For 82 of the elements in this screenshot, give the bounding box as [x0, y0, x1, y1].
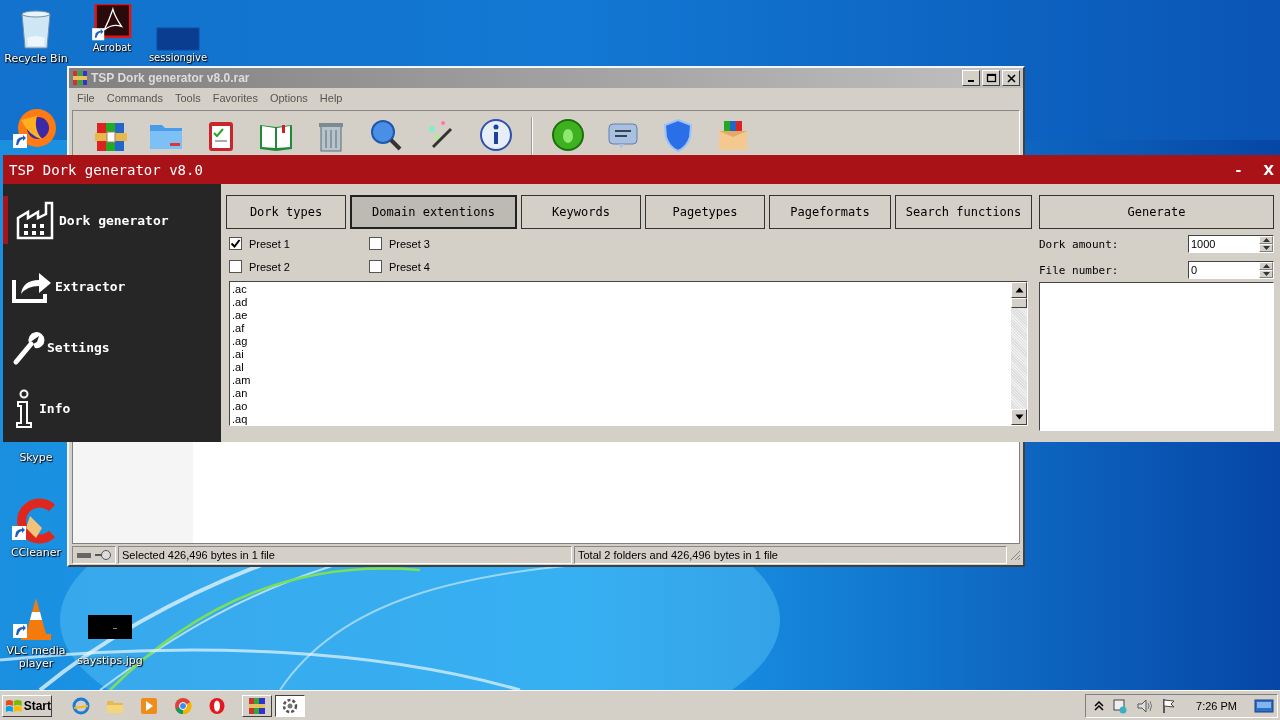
menu-item[interactable]: Help	[319, 92, 343, 104]
checkbox-label[interactable]: Preset 4	[389, 260, 430, 273]
minimize-button[interactable]: -	[1235, 161, 1242, 178]
windows-logo-icon	[5, 697, 23, 714]
gear-icon	[281, 696, 299, 715]
checkbox-label[interactable]: Preset 2	[249, 260, 290, 273]
tab[interactable]: Pageformats	[769, 195, 891, 229]
list-item: .ao	[232, 400, 249, 413]
number-spinner[interactable]: 0	[1188, 261, 1274, 279]
spin-up-icon	[1262, 238, 1270, 242]
icon-label[interactable]: Acrobat	[92, 42, 132, 53]
list-item: .ai	[232, 348, 245, 361]
spin-down-icon	[1262, 272, 1270, 276]
checkbox[interactable]	[229, 237, 242, 250]
list-item: .ag	[232, 335, 249, 348]
spin-down-icon	[1262, 246, 1270, 250]
arrow-up-icon	[1014, 287, 1024, 293]
chrome-icon[interactable]	[173, 696, 192, 715]
resize-grip-icon	[1009, 549, 1021, 561]
sidebar-item[interactable]: Info	[3, 378, 221, 439]
menu-item[interactable]: Options	[269, 92, 308, 104]
sidebar-item[interactable]: Dork generator	[3, 196, 221, 244]
tab[interactable]: Search functions	[895, 195, 1032, 229]
status-text: Total 2 folders and 426,496 bytes in 1 file	[574, 546, 1007, 564]
tab[interactable]: Domain extentions	[350, 195, 517, 229]
list-item: .ac	[232, 283, 248, 296]
extension-list[interactable]: .ac .ad .ae .af .ag .ai .al .am .an .ao .aq	[229, 281, 1028, 426]
close-button[interactable]: X	[1263, 161, 1274, 178]
generate-button[interactable]: Generate	[1039, 195, 1274, 229]
chevron-up-icon[interactable]	[1094, 700, 1105, 711]
list-item: .al	[232, 361, 245, 374]
volume-icon[interactable]	[1136, 697, 1155, 714]
taskbar-button[interactable]	[275, 694, 305, 717]
list-item: .af	[232, 322, 246, 335]
archive-app-icon	[248, 696, 266, 715]
window-title: TSP Dork generator v8.0.rar	[91, 71, 251, 85]
show-desktop-icon[interactable]	[1254, 697, 1274, 714]
tab[interactable]: Keywords	[521, 195, 641, 229]
search-icon[interactable]	[368, 117, 404, 153]
menu-item[interactable]: File	[77, 92, 95, 104]
list-item: .am	[232, 374, 252, 387]
menu-item[interactable]: Commands	[106, 92, 163, 104]
list-item: .ad	[232, 296, 249, 309]
info-icon[interactable]	[478, 117, 514, 153]
maximize-icon[interactable]	[984, 72, 998, 84]
image-thumbnail-icon[interactable]	[87, 614, 133, 640]
start-button[interactable]: Start	[2, 694, 52, 717]
opera-icon[interactable]	[207, 696, 226, 715]
field-label: Dork amount:	[1039, 237, 1119, 251]
wrench-icon	[11, 329, 45, 366]
key-icon	[94, 549, 112, 561]
archive-app-icon	[72, 70, 88, 86]
menu-item[interactable]: Favorites	[212, 92, 258, 104]
checkbox[interactable]	[369, 260, 382, 273]
list-item: .aq	[232, 413, 249, 426]
checkmark-icon	[230, 238, 241, 249]
field-label: File number:	[1039, 263, 1119, 277]
browser-icon[interactable]	[71, 696, 90, 715]
arrow-down-icon	[1014, 414, 1024, 420]
icon-label[interactable]: Recycle Bin	[4, 52, 68, 65]
status-text: Selected 426,496 bytes in 1 file	[118, 546, 572, 564]
drive-icon	[76, 550, 92, 560]
close-icon[interactable]	[1004, 72, 1018, 84]
checkbox-label[interactable]: Preset 3	[389, 237, 430, 250]
icon-label[interactable]: sessiongive	[148, 52, 208, 63]
tab[interactable]: Dork types	[226, 195, 346, 229]
spin-up-icon	[1262, 264, 1270, 268]
menu-item[interactable]: Tools	[175, 92, 201, 104]
number-spinner[interactable]: 1000	[1188, 235, 1274, 253]
tab[interactable]: Pagetypes	[645, 195, 765, 229]
checkbox[interactable]	[229, 260, 242, 273]
image-thumbnail-icon[interactable]	[155, 26, 201, 52]
scroll-thumb[interactable]	[1011, 298, 1027, 308]
checkbox[interactable]	[369, 237, 382, 250]
list-item: .an	[232, 387, 249, 400]
sidebar-item[interactable]: Settings	[3, 317, 221, 378]
window-title: TSP Dork generator v8.0	[9, 161, 204, 178]
checkbox-label[interactable]: Preset 1	[249, 237, 290, 250]
list-item: .ae	[232, 309, 249, 322]
scrollbar[interactable]	[1011, 282, 1027, 425]
clock[interactable]: 7:26 PM	[1196, 699, 1237, 712]
sidebar-item[interactable]: Extractor	[3, 256, 221, 317]
